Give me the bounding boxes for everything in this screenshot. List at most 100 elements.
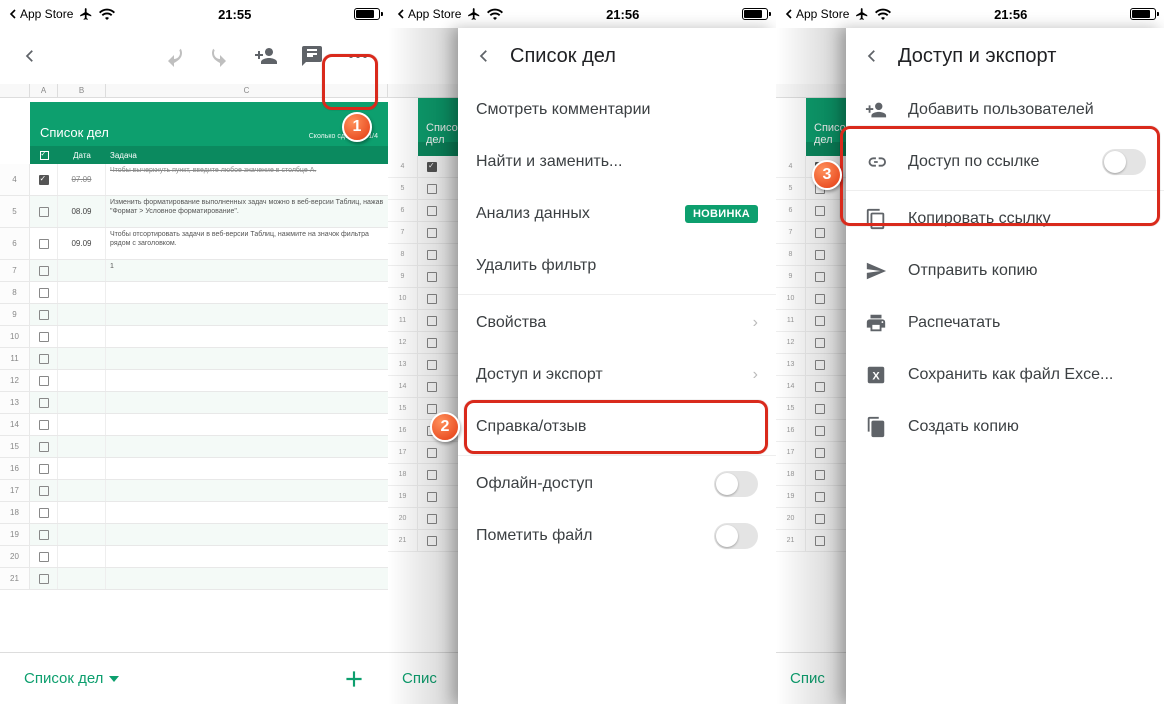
table-row[interactable]: 407.09Чтобы вычеркнуть пункт, введите лю… [0, 164, 388, 196]
col-A[interactable]: A [30, 84, 58, 97]
table-row[interactable]: 8 [0, 282, 388, 304]
cell-task[interactable] [106, 392, 388, 413]
cell-checkbox[interactable] [30, 546, 58, 567]
cell-date[interactable] [58, 458, 106, 479]
menu-share-export[interactable]: Доступ и экспорт › [458, 349, 776, 401]
col-C[interactable]: C [106, 84, 388, 97]
checkbox-icon[interactable] [39, 398, 49, 408]
menu-offline-toggle[interactable]: Офлайн-доступ [458, 458, 776, 510]
cell-task[interactable] [106, 326, 388, 347]
cell-checkbox[interactable] [30, 164, 58, 195]
checkbox-icon[interactable] [39, 442, 49, 452]
menu-copy-link[interactable]: Копировать ссылку [846, 193, 1164, 245]
cell-task[interactable] [106, 370, 388, 391]
checkbox-icon[interactable] [39, 552, 49, 562]
checkbox-icon[interactable] [39, 354, 49, 364]
checkbox-icon[interactable] [39, 310, 49, 320]
menu-print[interactable]: Распечатать [846, 297, 1164, 349]
cell-task[interactable] [106, 282, 388, 303]
add-sheet-button[interactable] [334, 659, 374, 699]
checkbox-icon[interactable] [39, 530, 49, 540]
checkbox-icon[interactable] [39, 464, 49, 474]
table-row[interactable]: 609.09Чтобы отсортировать задачи в веб-в… [0, 228, 388, 260]
table-row[interactable]: 11 [0, 348, 388, 370]
menu-star-toggle[interactable]: Пометить файл [458, 510, 776, 562]
cell-date[interactable] [58, 326, 106, 347]
comment-button[interactable] [290, 34, 334, 78]
checkbox-icon[interactable] [39, 266, 49, 276]
table-row[interactable]: 508.09Изменить форматирование выполненны… [0, 196, 388, 228]
table-row[interactable]: 14 [0, 414, 388, 436]
menu-data-analysis[interactable]: Анализ данных НОВИНКА [458, 188, 776, 240]
cell-task[interactable] [106, 436, 388, 457]
checkbox-icon[interactable] [39, 486, 49, 496]
toggle-off-icon[interactable] [1102, 149, 1146, 175]
table-row[interactable]: 21 [0, 568, 388, 590]
cell-checkbox[interactable] [30, 458, 58, 479]
cell-date[interactable] [58, 348, 106, 369]
cell-checkbox[interactable] [30, 228, 58, 259]
checkbox-icon[interactable] [39, 239, 49, 249]
cell-date[interactable] [58, 436, 106, 457]
cell-checkbox[interactable] [30, 370, 58, 391]
checkbox-icon[interactable] [39, 574, 49, 584]
checkbox-icon[interactable] [39, 207, 49, 217]
table-row[interactable]: 71 [0, 260, 388, 282]
cell-task[interactable] [106, 568, 388, 589]
cell-date[interactable] [58, 568, 106, 589]
back-to-appstore[interactable]: App Store [8, 7, 73, 21]
undo-button[interactable] [152, 34, 196, 78]
toggle-off-icon[interactable] [714, 471, 758, 497]
cell-task[interactable]: 1 [106, 260, 388, 281]
cell-task[interactable] [106, 480, 388, 501]
back-to-appstore[interactable]: App Store [784, 7, 849, 21]
checkbox-icon[interactable] [39, 376, 49, 386]
cell-date[interactable]: 07.09 [58, 164, 106, 195]
cell-task[interactable] [106, 524, 388, 545]
more-menu-button[interactable] [336, 34, 380, 78]
cell-date[interactable] [58, 260, 106, 281]
cell-checkbox[interactable] [30, 282, 58, 303]
table-row[interactable]: 15 [0, 436, 388, 458]
table-row[interactable]: 18 [0, 502, 388, 524]
menu-find-replace[interactable]: Найти и заменить... [458, 136, 776, 188]
back-to-appstore[interactable]: App Store [396, 7, 461, 21]
redo-button[interactable] [198, 34, 242, 78]
cell-task[interactable] [106, 414, 388, 435]
cell-date[interactable] [58, 282, 106, 303]
cell-date[interactable] [58, 480, 106, 501]
cell-checkbox[interactable] [30, 392, 58, 413]
menu-save-excel[interactable]: X Сохранить как файл Exce... [846, 349, 1164, 401]
cell-date[interactable] [58, 502, 106, 523]
checkbox-icon[interactable] [39, 508, 49, 518]
menu-remove-filter[interactable]: Удалить фильтр [458, 240, 776, 292]
cell-task[interactable]: Чтобы отсортировать задачи в веб-версии … [106, 228, 388, 259]
cell-checkbox[interactable] [30, 304, 58, 325]
table-row[interactable]: 17 [0, 480, 388, 502]
menu-view-comments[interactable]: Смотреть комментарии [458, 84, 776, 136]
checkbox-icon[interactable] [39, 420, 49, 430]
menu-link-access[interactable]: Доступ по ссылке [846, 136, 1164, 188]
table-row[interactable]: 19 [0, 524, 388, 546]
cell-date[interactable]: 08.09 [58, 196, 106, 227]
table-row[interactable]: 13 [0, 392, 388, 414]
cell-checkbox[interactable] [30, 348, 58, 369]
cell-checkbox[interactable] [30, 326, 58, 347]
menu-add-users[interactable]: Добавить пользователей [846, 84, 1164, 136]
cell-task[interactable]: Изменить форматирование выполненных зада… [106, 196, 388, 227]
cell-date[interactable] [58, 370, 106, 391]
table-row[interactable]: 12 [0, 370, 388, 392]
menu-help-feedback[interactable]: Справка/отзыв [458, 401, 776, 453]
sheet-tab[interactable]: Список дел [14, 664, 129, 693]
cell-checkbox[interactable] [30, 436, 58, 457]
cell-checkbox[interactable] [30, 502, 58, 523]
spreadsheet-body[interactable]: A B C Список дел Сколько сделано: 1/4 Да… [0, 84, 388, 652]
share-add-user-button[interactable] [244, 34, 288, 78]
cell-task[interactable] [106, 458, 388, 479]
toggle-off-icon[interactable] [714, 523, 758, 549]
checkbox-icon[interactable] [39, 288, 49, 298]
cell-task[interactable] [106, 348, 388, 369]
cell-date[interactable] [58, 392, 106, 413]
cell-checkbox[interactable] [30, 414, 58, 435]
table-row[interactable]: 10 [0, 326, 388, 348]
